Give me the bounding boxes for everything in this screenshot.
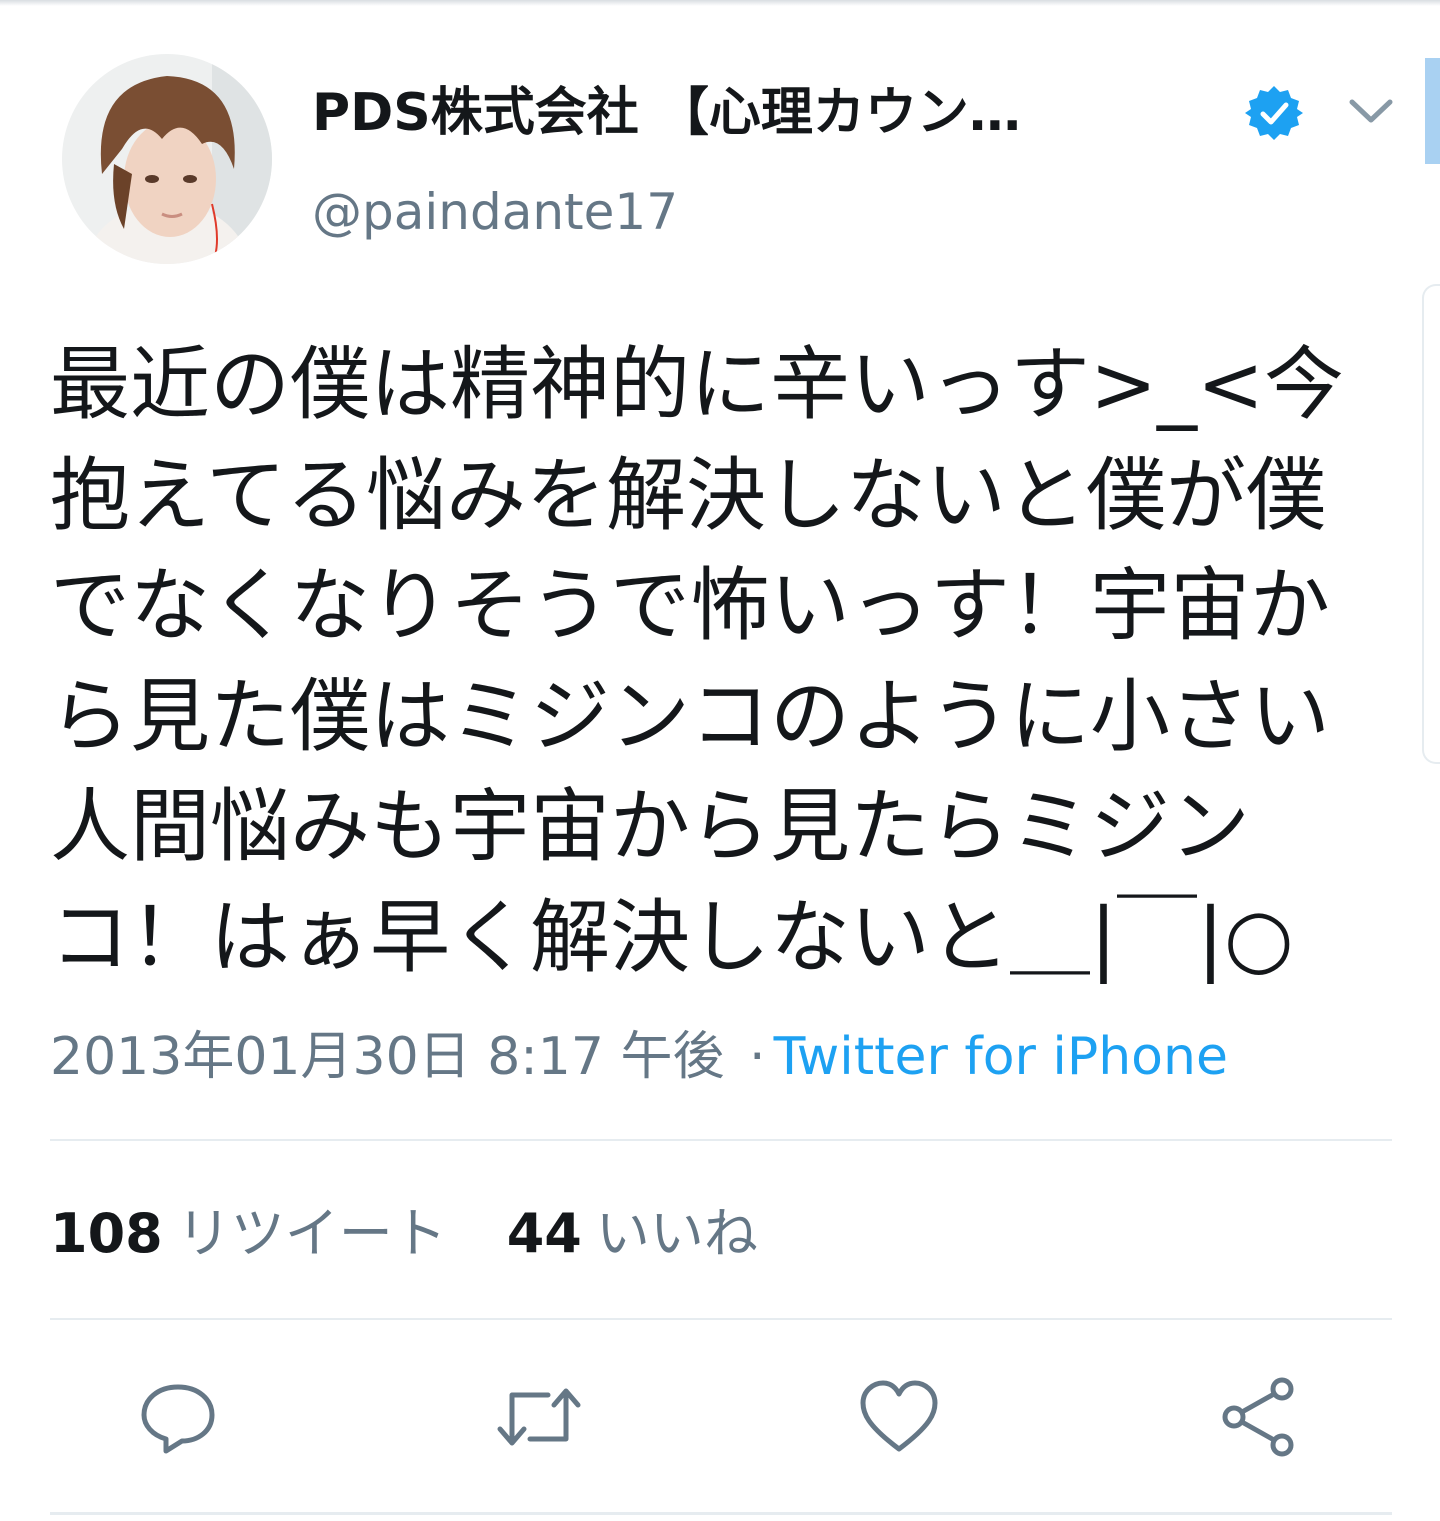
like-stat[interactable]: 44 いいね	[507, 1202, 758, 1265]
like-label: いいね	[595, 1202, 758, 1265]
tweet-stats: 108 リツイート 44 いいね	[50, 1198, 758, 1270]
tweet-line: 抱えてる悩みを解決しないと僕が僕	[50, 448, 1326, 542]
share-icon	[1222, 1377, 1294, 1457]
tweet-line: 人間悩みも宇宙から見たらミジン	[50, 780, 1250, 873]
reply-icon	[141, 1384, 215, 1454]
retweet-label: リツイート	[176, 1202, 447, 1265]
like-count: 44	[506, 1202, 582, 1265]
like-icon	[860, 1380, 938, 1452]
divider	[50, 1318, 1392, 1320]
retweet-stat[interactable]: 108 リツイート	[50, 1202, 447, 1265]
source-link[interactable]: Twitter for iPhone	[774, 1027, 1228, 1087]
divider	[50, 1139, 1392, 1141]
reply-button[interactable]	[133, 1372, 223, 1462]
user-handle[interactable]: @paindante17	[312, 180, 678, 244]
tweet-meta: 2013年01月30日 8:17 午後 · Twitter for iPhone	[50, 1022, 1228, 1092]
divider	[50, 1512, 1392, 1515]
share-button[interactable]	[1215, 1372, 1305, 1462]
timestamp[interactable]: 2013年01月30日 8:17 午後	[50, 1027, 725, 1087]
meta-separator: ·	[749, 1027, 766, 1087]
scroll-indicator[interactable]	[1425, 58, 1440, 164]
display-name[interactable]: PDS株式会社 【心理カウン…	[312, 78, 1072, 148]
tweet-line: ら見た僕はミジンコのように小さい	[50, 669, 1330, 763]
avatar[interactable]	[62, 54, 272, 264]
tweet-line: 最近の僕は精神的に辛いっす>_<今	[50, 338, 1345, 431]
tweet-text: 最近の僕は精神的に辛いっす>_<今 抱えてる悩みを解決しないと僕が僕 でなくなり…	[50, 330, 1410, 993]
like-button[interactable]	[854, 1372, 944, 1462]
side-edge-panel	[1422, 284, 1440, 764]
chevron-down-icon[interactable]	[1346, 92, 1396, 132]
tweet-line: コ！はぁ早く解決しないと＿|￣|○	[50, 890, 1294, 984]
retweet-icon	[497, 1388, 581, 1446]
tweet-line: でなくなりそうで怖いっす！宇宙か	[50, 559, 1330, 652]
verified-badge-icon	[1245, 84, 1303, 142]
retweet-count: 108	[50, 1202, 163, 1265]
top-edge	[0, 0, 1440, 6]
retweet-button[interactable]	[494, 1372, 584, 1462]
